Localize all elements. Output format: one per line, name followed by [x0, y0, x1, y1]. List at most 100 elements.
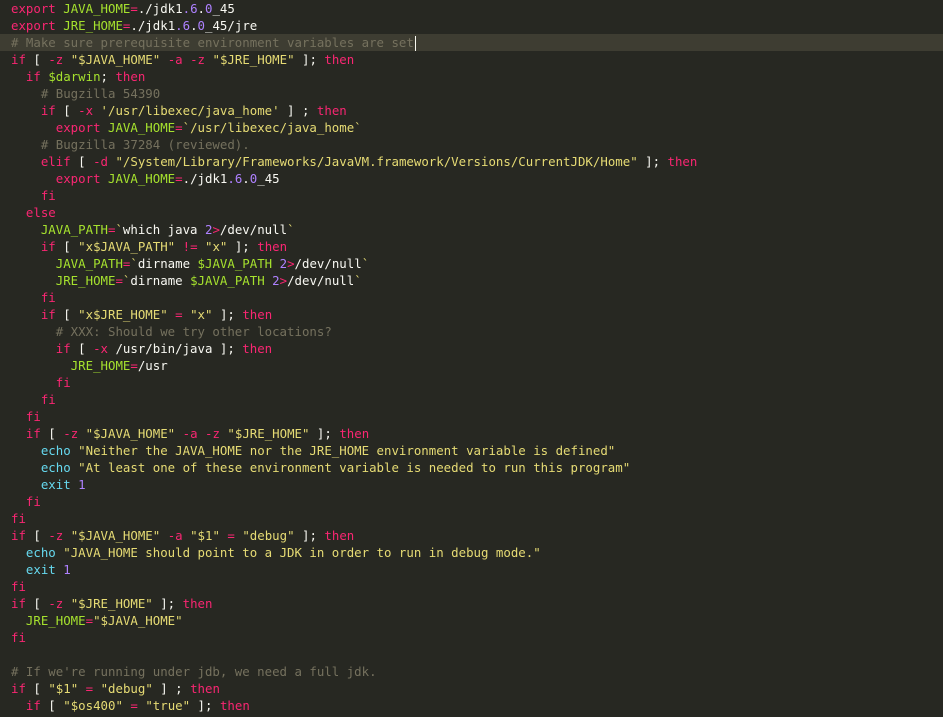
- code-line[interactable]: fi: [0, 374, 943, 391]
- keyword-token: >: [212, 222, 220, 237]
- number-token: 2: [272, 273, 280, 288]
- variable-token: $JAVA_PATH: [190, 273, 265, 288]
- variable-token: JRE_HOME: [55, 273, 116, 288]
- number-token: .6: [175, 18, 191, 33]
- code-line[interactable]: JAVA_PATH=`dirname $JAVA_PATH 2>/dev/nul…: [0, 255, 943, 272]
- text-token: [: [25, 52, 49, 67]
- code-line[interactable]: if [ "x$JAVA_PATH" != "x" ]; then: [0, 238, 943, 255]
- code-line[interactable]: export JAVA_HOME=./jdk1.6.0_45: [0, 0, 943, 17]
- code-line[interactable]: if [ -z "$JAVA_HOME" -a -z "$JRE_HOME" ]…: [0, 425, 943, 442]
- code-line[interactable]: JRE_HOME=/usr: [0, 357, 943, 374]
- code-line[interactable]: [0, 646, 943, 663]
- code-line[interactable]: if $darwin; then: [0, 68, 943, 85]
- text-token: [: [70, 154, 94, 169]
- keyword-token: =: [130, 698, 138, 713]
- code-line[interactable]: if [ "$1" = "debug" ] ; then: [0, 680, 943, 697]
- code-line[interactable]: if [ "x$JRE_HOME" = "x" ]; then: [0, 306, 943, 323]
- keyword-token: -x: [93, 341, 108, 356]
- text-token: ];: [212, 307, 243, 322]
- keyword-token: fi: [40, 290, 56, 305]
- string-token: `: [130, 256, 138, 271]
- code-line-current[interactable]: # Make sure prerequisite environment var…: [0, 34, 943, 51]
- variable-token: JAVA_HOME: [108, 171, 176, 186]
- code-line[interactable]: exit 1: [0, 561, 943, 578]
- code-line[interactable]: fi: [0, 391, 943, 408]
- code-line[interactable]: echo "At least one of these environment …: [0, 459, 943, 476]
- keyword-token: -z: [48, 528, 64, 543]
- string-token: "true": [145, 698, 191, 713]
- text-token: ./jdk1: [182, 171, 228, 186]
- keyword-token: export: [11, 1, 56, 16]
- code-line[interactable]: export JRE_HOME=./jdk1.6.0_45/jre: [0, 17, 943, 34]
- text-token: /dev/null: [219, 222, 288, 237]
- text-token: [: [25, 528, 49, 543]
- code-line[interactable]: JAVA_PATH=`which java 2>/dev/null`: [0, 221, 943, 238]
- variable-token: JAVA_HOME: [108, 120, 176, 135]
- code-line[interactable]: # If we're running under jdb, we need a …: [0, 663, 943, 680]
- code-line[interactable]: # Bugzilla 54390: [0, 85, 943, 102]
- code-line[interactable]: echo "Neither the JAVA_HOME nor the JRE_…: [0, 442, 943, 459]
- code-area[interactable]: export JAVA_HOME=./jdk1.6.0_45 export JRE…: [0, 0, 943, 714]
- keyword-token: if: [25, 698, 41, 713]
- keyword-token: -z: [205, 426, 220, 441]
- code-line[interactable]: else: [0, 204, 943, 221]
- keyword-token: export: [55, 171, 101, 186]
- code-line[interactable]: JRE_HOME="$JAVA_HOME": [0, 612, 943, 629]
- keyword-token: -x: [78, 103, 94, 118]
- code-line[interactable]: JRE_HOME= ` dirname $JAVA_PATH 2>/dev/null…: [0, 272, 943, 289]
- code-line[interactable]: elif [ -d "/System/Library/Frameworks/Ja…: [0, 153, 943, 170]
- code-line[interactable]: fi: [0, 289, 943, 306]
- code-line[interactable]: if [ -z "$JRE_HOME" ]; then: [0, 595, 943, 612]
- code-line[interactable]: echo "JAVA_HOME should point to a JDK in…: [0, 544, 943, 561]
- keyword-token: if: [55, 341, 71, 356]
- code-line[interactable]: fi: [0, 493, 943, 510]
- code-line[interactable]: if [ -z "$JAVA_HOME" -a -z "$JRE_HOME" ]…: [0, 51, 943, 68]
- string-token: '/usr/libexec/java_home': [100, 103, 280, 118]
- code-line[interactable]: exit 1: [0, 476, 943, 493]
- text-token: which java: [122, 222, 205, 237]
- code-line[interactable]: fi: [0, 510, 943, 527]
- code-editor[interactable]: export JAVA_HOME=./jdk1.6.0_45 export JRE…: [0, 0, 943, 717]
- variable-token: JRE_HOME: [25, 613, 86, 628]
- string-token: `/usr/libexec/java_home`: [182, 120, 362, 135]
- number-token: 1: [63, 562, 71, 577]
- keyword-token: if: [11, 596, 26, 611]
- keyword-token: fi: [25, 494, 41, 509]
- string-token: `: [361, 256, 370, 271]
- keyword-token: elif: [40, 154, 71, 169]
- code-line[interactable]: export JAVA_HOME=`/usr/libexec/java_home…: [0, 119, 943, 136]
- code-line[interactable]: fi: [0, 578, 943, 595]
- code-line[interactable]: if [ -z "$JAVA_HOME" -a "$1" = "debug" ]…: [0, 527, 943, 544]
- keyword-token: if: [11, 681, 26, 696]
- text-token: ./jdk1: [137, 1, 183, 16]
- keyword-token: fi: [11, 579, 26, 594]
- code-line[interactable]: fi: [0, 629, 943, 646]
- string-token: "JAVA_HOME should point to a JDK in orde…: [63, 545, 541, 560]
- code-line[interactable]: # Bugzilla 37284 (reviewed).: [0, 136, 943, 153]
- code-line[interactable]: # XXX: Should we try other locations?: [0, 323, 943, 340]
- string-token: "$1": [190, 528, 220, 543]
- string-token: "x$JAVA_PATH": [78, 239, 176, 254]
- code-line[interactable]: if [ "$os400" = "true" ]; then: [0, 697, 943, 714]
- code-line[interactable]: fi: [0, 408, 943, 425]
- keyword-token: then: [190, 681, 220, 696]
- code-line[interactable]: if [ -x '/usr/libexec/java_home' ] ; the…: [0, 102, 943, 119]
- code-line[interactable]: export JAVA_HOME=./jdk1.6.0_45: [0, 170, 943, 187]
- variable-token: $JAVA_PATH: [197, 256, 273, 271]
- code-line[interactable]: if [ -x /usr/bin/java ]; then: [0, 340, 943, 357]
- keyword-token: then: [316, 103, 347, 118]
- code-line[interactable]: fi: [0, 187, 943, 204]
- variable-token: JAVA_HOME: [63, 1, 131, 16]
- text-token: .: [197, 1, 205, 16]
